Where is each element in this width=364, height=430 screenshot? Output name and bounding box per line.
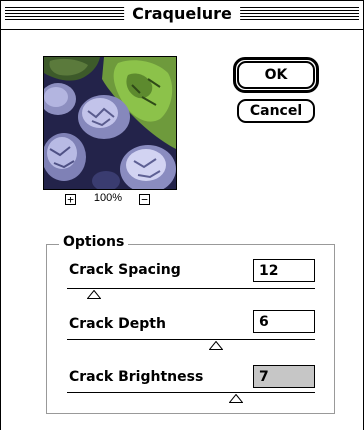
crack-spacing-slider-thumb[interactable] bbox=[87, 290, 102, 299]
crack-depth-slider-thumb[interactable] bbox=[208, 341, 223, 350]
crack-brightness-field[interactable] bbox=[253, 365, 315, 388]
crack-depth-label: Crack Depth bbox=[69, 316, 166, 332]
preview-image bbox=[44, 57, 176, 189]
crack-brightness-slider-track[interactable] bbox=[67, 392, 315, 393]
title-bar[interactable]: Craquelure bbox=[1, 1, 363, 30]
crack-spacing-field[interactable] bbox=[253, 259, 315, 282]
options-group-label: Options bbox=[59, 234, 129, 250]
zoom-level-label: 100% bbox=[93, 192, 123, 204]
crack-brightness-label: Crack Brightness bbox=[69, 369, 204, 385]
crack-spacing-slider-track[interactable] bbox=[67, 288, 315, 289]
zoom-in-button[interactable]: + bbox=[65, 194, 76, 205]
filter-preview[interactable] bbox=[43, 56, 177, 190]
cancel-button[interactable]: Cancel bbox=[237, 99, 315, 123]
ok-button[interactable]: OK bbox=[237, 61, 315, 89]
dialog-title: Craquelure bbox=[124, 4, 240, 24]
crack-spacing-label: Crack Spacing bbox=[69, 262, 181, 278]
zoom-out-button[interactable]: − bbox=[139, 194, 150, 205]
craquelure-dialog: Craquelure + 100% − OK Cancel Options Cr… bbox=[0, 0, 364, 430]
crack-depth-slider-track[interactable] bbox=[67, 339, 315, 340]
crack-depth-field[interactable] bbox=[253, 310, 315, 333]
crack-brightness-slider-thumb[interactable] bbox=[228, 394, 243, 403]
